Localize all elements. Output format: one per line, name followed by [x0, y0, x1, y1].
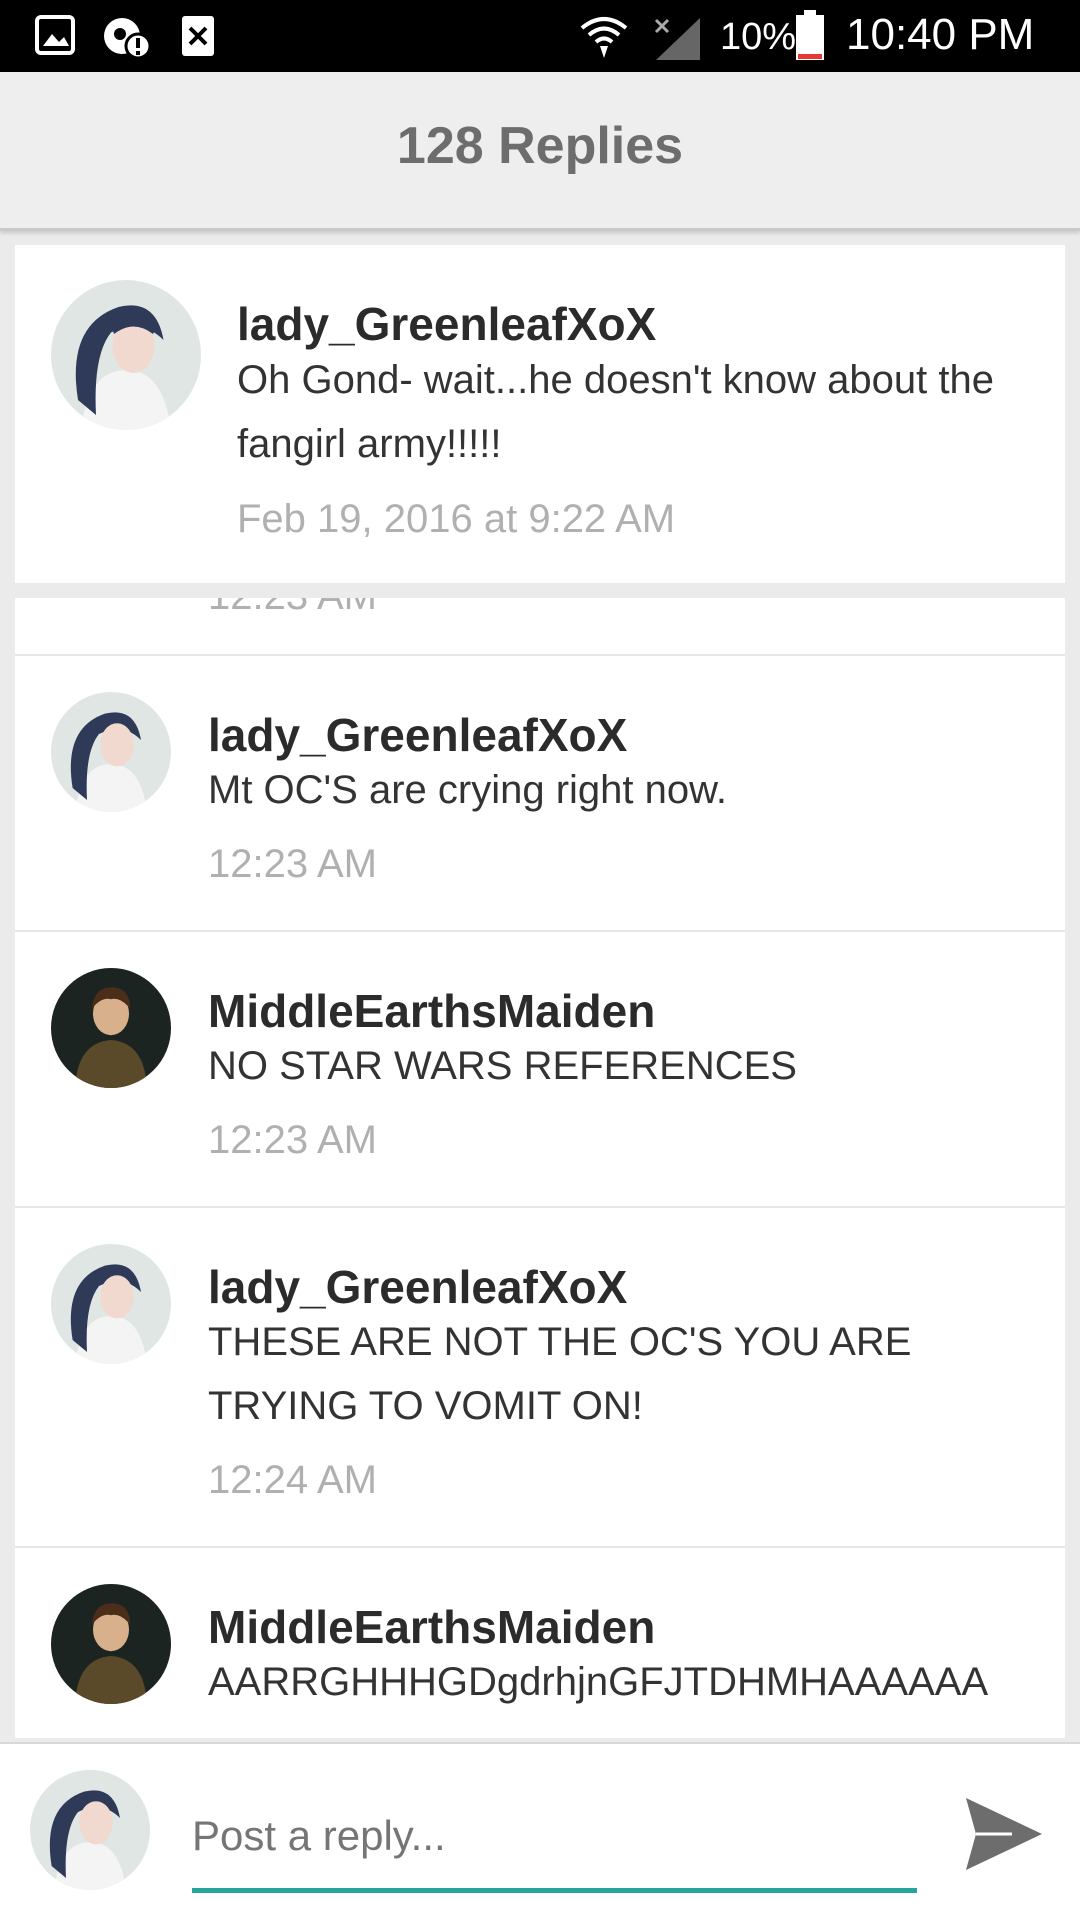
gallery-icon — [35, 15, 75, 55]
avatar[interactable] — [51, 1244, 171, 1364]
post-username[interactable]: lady_GreenleafXoX — [237, 297, 656, 351]
reply-username[interactable]: MiddleEarthsMaiden — [208, 984, 655, 1038]
divider — [15, 654, 1065, 656]
reply-text: THESE ARE NOT THE OC'S YOU ARE TRYING TO… — [208, 1320, 912, 1428]
reply-timestamp: 12:23 AM — [208, 1118, 378, 1162]
reply-timestamp: 12:23 AM — [208, 598, 377, 619]
post-text: Oh Gond- wait...he doesn't know about th… — [237, 358, 994, 466]
avatar-girl-icon — [51, 1244, 171, 1364]
avatar-girl-icon — [51, 692, 171, 812]
reply-username[interactable]: MiddleEarthsMaiden — [208, 1600, 655, 1654]
post-timestamp: Feb 19, 2016 at 9:22 AM — [237, 497, 676, 541]
reply-text: Mt OC'S are crying right now. — [208, 768, 727, 812]
reply-username[interactable]: lady_GreenleafXoX — [208, 1260, 627, 1314]
battery-percent: 10% — [720, 16, 797, 58]
reply-username[interactable]: lady_GreenleafXoX — [208, 708, 627, 762]
avatar[interactable] — [51, 280, 201, 430]
avatar-girl-icon — [30, 1770, 150, 1890]
reply-text: NO STAR WARS REFERENCES — [208, 1044, 797, 1088]
status-bar: 10% 10:40 PM — [0, 0, 1080, 72]
reply-input[interactable] — [192, 1804, 917, 1868]
reply-bar — [0, 1742, 1080, 1922]
avatar-boy-icon — [51, 1584, 171, 1704]
avatar[interactable] — [51, 1584, 171, 1704]
wifi-icon — [580, 17, 628, 58]
send-icon[interactable] — [962, 1792, 1046, 1876]
alert-icon — [104, 18, 152, 60]
reply-input-underline — [192, 1888, 917, 1893]
avatar-girl-icon — [51, 280, 201, 430]
avatar — [30, 1770, 150, 1890]
avatar-boy-icon — [51, 968, 171, 1088]
divider — [15, 1206, 1065, 1208]
replies-header: 128 Replies — [0, 72, 1080, 231]
no-signal-icon — [654, 18, 700, 60]
divider — [15, 930, 1065, 932]
battery-icon — [796, 10, 824, 60]
reply-text: AARRGHHHGDgdrhjnGFJTDHMHAAAAAA — [208, 1660, 989, 1704]
divider — [15, 1546, 1065, 1548]
avatar[interactable] — [51, 692, 171, 812]
reply-timestamp: 12:24 AM — [208, 1458, 378, 1502]
reply-list[interactable]: 12:23 AM lady_GreenleafXoX Mt OC'S are c… — [15, 598, 1065, 1738]
reply-timestamp: 12:23 AM — [208, 842, 378, 886]
clock: 10:40 PM — [846, 10, 1035, 59]
original-post-card: lady_GreenleafXoX Oh Gond- wait...he doe… — [15, 245, 1065, 583]
page-title: 128 Replies — [396, 117, 684, 175]
close-notification-icon — [182, 16, 214, 56]
avatar[interactable] — [51, 968, 171, 1088]
